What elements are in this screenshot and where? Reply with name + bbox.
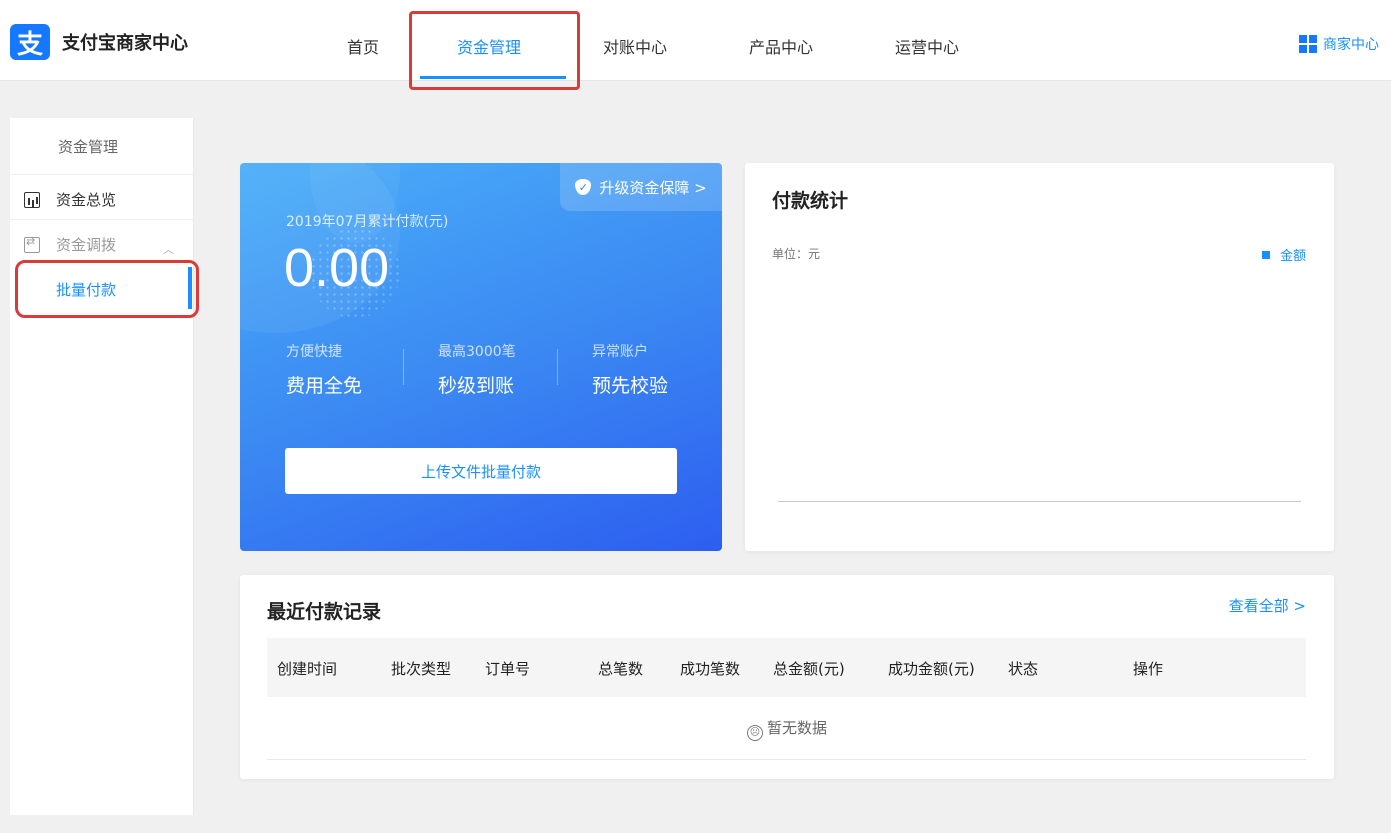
feature-divider <box>403 349 404 385</box>
shield-check-icon: ✓ <box>575 179 592 195</box>
feature-value: 预先校验 <box>592 375 669 397</box>
chart-x-axis <box>778 501 1301 502</box>
recent-payments-card: 最近付款记录 查看全部 > 创建时间 批次类型 订单号 总笔数 成功笔数 总金额… <box>240 575 1334 779</box>
sidebar: 资金管理 资金总览 资金调拨 ︿ 批量付款 <box>10 118 194 815</box>
stats-unit-label: 单位：元 <box>772 247 821 261</box>
nav-products[interactable]: 产品中心 <box>749 34 813 58</box>
sidebar-item-fund-overview[interactable]: 资金总览 <box>24 189 116 210</box>
merchant-center-link[interactable]: 商家中心 <box>1299 34 1379 54</box>
month-total-label: 2019年07月累计付款(元) <box>286 214 449 230</box>
table-bottom-divider <box>267 759 1306 760</box>
payment-stats-card: 付款统计 单位：元 金额 <box>745 163 1334 551</box>
column-header: 批次类型 <box>391 660 452 678</box>
column-header: 创建时间 <box>277 660 338 678</box>
sidebar-title: 资金管理 <box>58 138 119 156</box>
column-header: 总笔数 <box>598 660 644 678</box>
grid-icon <box>1299 35 1317 53</box>
sidebar-item-fund-transfer[interactable]: 资金调拨 <box>24 234 116 255</box>
stats-title: 付款统计 <box>772 190 849 212</box>
feature-instant-arrival: 最高3000笔 秒级到账 <box>438 341 516 398</box>
app-title: 支付宝商家中心 <box>62 33 188 54</box>
upgrade-label: 升级资金保障 > <box>599 178 707 197</box>
upload-batch-payment-button[interactable]: 上传文件批量付款 <box>285 448 677 494</box>
column-header: 操作 <box>1133 660 1164 678</box>
recent-payments-title: 最近付款记录 <box>267 601 382 623</box>
nav-home[interactable]: 首页 <box>347 34 379 58</box>
month-total-amount: 0.00 <box>284 238 390 298</box>
feature-value: 费用全免 <box>286 375 363 397</box>
upgrade-protection-button[interactable]: ✓ 升级资金保障 > <box>560 163 722 211</box>
feature-divider <box>557 349 558 385</box>
transfer-icon <box>24 235 40 253</box>
nav-operations[interactable]: 运营中心 <box>895 34 959 58</box>
alipay-logo[interactable]: 支 支付宝商家中心 <box>10 24 188 60</box>
nav-highlight-box <box>409 11 580 90</box>
table-header: 创建时间 批次类型 订单号 总笔数 成功笔数 总金额(元) 成功金额(元) 状态… <box>267 638 1306 697</box>
column-header: 订单号 <box>485 660 531 678</box>
feature-caption: 异常账户 <box>592 344 648 360</box>
view-all-link[interactable]: 查看全部 > <box>1229 595 1306 616</box>
chart-legend[interactable]: 金额 <box>1261 245 1306 264</box>
merchant-center-label: 商家中心 <box>1323 37 1379 53</box>
column-header: 成功笔数 <box>680 660 741 678</box>
legend-label: 金额 <box>1279 249 1306 264</box>
column-header: 总金额(元) <box>773 660 845 678</box>
top-header: 支 支付宝商家中心 首页 资金管理 对账中心 产品中心 运营中心 商家中心 <box>0 0 1391 81</box>
nav-reconciliation[interactable]: 对账中心 <box>603 34 667 58</box>
sidebar-item-label: 资金调拨 <box>56 236 117 254</box>
feature-caption: 最高3000笔 <box>438 344 516 360</box>
sidebar-divider <box>10 174 193 175</box>
chevron-up-icon[interactable]: ︿ <box>163 241 174 257</box>
sidebar-item-label: 资金总览 <box>56 191 117 209</box>
payment-summary-card: ✓ 升级资金保障 > 2019年07月累计付款(元) 0.00 方便快捷 费用全… <box>240 163 722 551</box>
empty-state: ☹ 暂无数据 <box>240 717 1334 741</box>
bar-chart-icon <box>24 191 40 208</box>
sad-face-icon: ☹ <box>746 725 763 741</box>
sidebar-divider <box>10 219 193 220</box>
sidebar-highlight-box <box>15 260 199 318</box>
feature-value: 秒级到账 <box>438 375 515 397</box>
feature-free-fees: 方便快捷 费用全免 <box>286 341 362 398</box>
column-header: 状态 <box>1008 660 1039 678</box>
feature-pre-verification: 异常账户 预先校验 <box>592 341 668 398</box>
feature-caption: 方便快捷 <box>286 344 342 360</box>
legend-square-icon <box>1261 250 1270 259</box>
empty-state-text: 暂无数据 <box>766 719 827 737</box>
alipay-logo-icon: 支 <box>10 24 50 60</box>
column-header: 成功金额(元) <box>888 660 975 678</box>
